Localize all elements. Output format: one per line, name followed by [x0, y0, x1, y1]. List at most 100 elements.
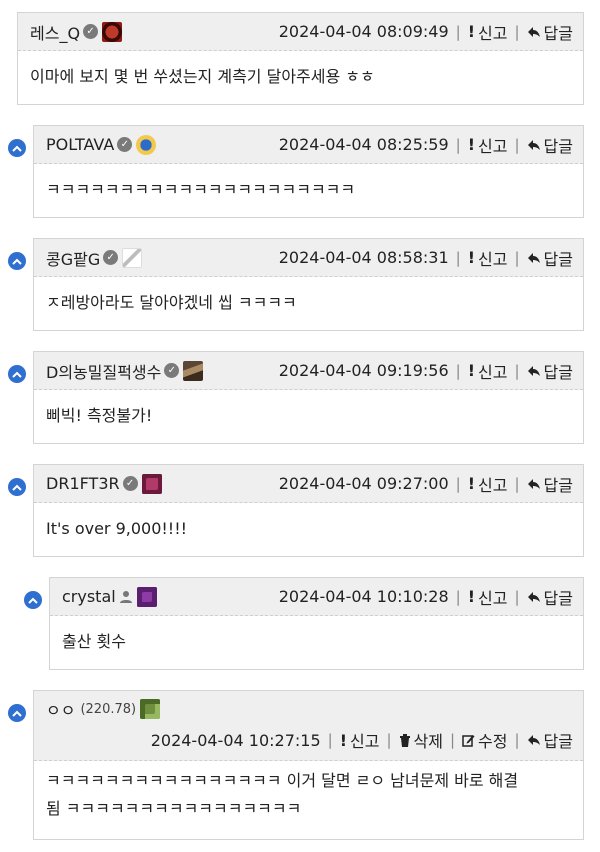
pixel-creeper-icon [136, 586, 157, 607]
divider: | [327, 731, 333, 749]
red-emblem-icon [102, 21, 123, 42]
comment-text: ㅋㅋㅋㅋㅋㅋㅋㅋㅋㅋㅋㅋㅋㅋㅋㅋ 이거 달면 ㄹㅇ 남녀문제 바로 해결 됨 ㅋ… [34, 761, 583, 823]
author[interactable]: POLTAVA ✓ [46, 134, 157, 155]
author-name[interactable]: 콩G팥G [46, 246, 100, 270]
author[interactable]: crystal [62, 586, 157, 607]
divider: | [449, 731, 456, 749]
reply-arrow-icon [527, 478, 540, 489]
reply-button[interactable]: 답글 [527, 472, 573, 496]
timestamp: 2024-04-04 09:27:00 [278, 474, 449, 493]
divider: | [514, 248, 520, 267]
comment-meta: 2024-04-04 10:10:28 | ! 신고 | 답글 [279, 585, 573, 609]
verified-check-icon: ✓ [83, 24, 99, 39]
trident-emblem-icon [136, 134, 157, 155]
edit-button[interactable]: 수정 [462, 728, 507, 752]
report-button[interactable]: ! 신고 [468, 359, 508, 383]
reply-label: 답글 [543, 475, 573, 495]
reply-toggle-icon[interactable] [24, 591, 42, 609]
comment-header: ㅇㅇ (220.78) 2024-04-04 10:27:15 | ! 신고 | … [34, 691, 583, 761]
report-button[interactable]: ! 신고 [468, 246, 508, 270]
author[interactable]: ㅇㅇ (220.78) [46, 691, 573, 727]
comment-header: DR1FT3R ✓ 2024-04-04 09:27:00 | ! 신고 | 답글 [34, 465, 583, 503]
sketch-figure-icon [122, 247, 143, 268]
comment-text-line: 삐빅! 측정불가! [46, 406, 153, 425]
delete-button[interactable]: 삭제 [399, 728, 443, 752]
timestamp: 2024-04-04 08:09:49 [278, 22, 449, 41]
comment-item: 콩G팥G ✓ 2024-04-04 08:58:31 | ! 신고 | 답글 ㅈ레… [33, 238, 584, 331]
report-label: 신고 [350, 732, 380, 751]
comment-item: 레스_Q ✓ 2024-04-04 08:09:49 | ! 신고 | 답글 이마… [17, 12, 584, 105]
reply-button[interactable]: 답글 [527, 20, 573, 44]
author-name[interactable]: 레스_Q [30, 20, 80, 44]
reply-arrow-icon [527, 365, 540, 376]
report-label: 신고 [478, 475, 508, 495]
comment-meta: 2024-04-04 08:09:49 | ! 신고 | 답글 [279, 20, 573, 44]
reply-toggle-icon[interactable] [8, 704, 26, 722]
comment-text: ㅈ레방아라도 달아야겠네 씹 ㅋㅋㅋㅋ [34, 277, 583, 317]
divider: | [514, 361, 520, 380]
reply-button[interactable]: 답글 [527, 585, 573, 609]
author[interactable]: D의농밀질퍽생수 ✓ [46, 359, 204, 383]
reply-toggle-icon[interactable] [8, 478, 26, 496]
exclamation-icon: ! [467, 361, 476, 380]
comment-text: ㅋㅋㅋㅋㅋㅋㅋㅋㅋㅋㅋㅋㅋㅋㅋㅋㅋㅋㅋㅋㅋ [34, 164, 583, 204]
reply-toggle-icon[interactable] [8, 252, 26, 270]
comment-meta: 2024-04-04 09:27:00 | ! 신고 | 답글 [279, 472, 573, 496]
reply-button[interactable]: 답글 [527, 133, 573, 157]
comment-header: 레스_Q ✓ 2024-04-04 08:09:49 | ! 신고 | 답글 [18, 13, 583, 51]
comment-item: POLTAVA ✓ 2024-04-04 08:25:59 | ! 신고 | 답글… [33, 125, 584, 218]
timestamp: 2024-04-04 09:19:56 [278, 361, 449, 380]
timestamp: 2024-04-04 10:10:28 [278, 587, 449, 606]
reply-arrow-icon [527, 735, 540, 745]
author[interactable]: 레스_Q ✓ [30, 20, 123, 44]
report-button[interactable]: ! 신고 [468, 472, 508, 496]
reply-arrow-icon [527, 139, 540, 150]
author-name[interactable]: ㅇㅇ [46, 697, 75, 721]
verified-check-icon: ✓ [103, 250, 119, 265]
exclamation-icon: ! [467, 22, 476, 41]
report-label: 신고 [478, 362, 508, 382]
reply-toggle-icon[interactable] [8, 139, 26, 157]
comment-header: D의농밀질퍽생수 ✓ 2024-04-04 09:19:56 | ! 신고 | 답… [34, 352, 583, 390]
author-name[interactable]: crystal [62, 587, 116, 606]
report-label: 신고 [478, 588, 508, 608]
reply-arrow-icon [527, 26, 540, 37]
timestamp: 2024-04-04 10:27:15 [150, 730, 321, 750]
divider: | [455, 474, 461, 493]
divider: | [455, 587, 461, 606]
report-label: 신고 [478, 136, 508, 156]
comment-header: crystal 2024-04-04 10:10:28 | ! 신고 | 답글 [50, 578, 583, 616]
reply-button[interactable]: 답글 [527, 246, 573, 270]
reply-label: 답글 [543, 23, 573, 43]
reply-button[interactable]: 답글 [527, 728, 573, 752]
brown-portrait-icon [183, 360, 204, 381]
report-button[interactable]: ! 신고 [468, 585, 508, 609]
verified-check-icon: ✓ [117, 137, 133, 152]
ip-points: (220.78) [80, 701, 137, 717]
author[interactable]: DR1FT3R ✓ [46, 473, 162, 494]
comment-text-line: ㅋㅋㅋㅋㅋㅋㅋㅋㅋㅋㅋㅋㅋㅋㅋㅋㅋㅋㅋㅋㅋ [46, 180, 356, 199]
author-name[interactable]: POLTAVA [46, 135, 114, 154]
reply-label: 답글 [543, 588, 573, 608]
comment-meta: 2024-04-04 08:58:31 | ! 신고 | 답글 [279, 246, 573, 270]
reply-button[interactable]: 답글 [527, 359, 573, 383]
reply-label: 답글 [543, 249, 573, 269]
author-name[interactable]: D의농밀질퍽생수 [46, 359, 161, 383]
reply-toggle-icon[interactable] [8, 365, 26, 383]
divider: | [455, 135, 461, 154]
comment-text-line: 출산 횟수 [62, 632, 126, 651]
report-button[interactable]: ! 신고 [340, 728, 380, 752]
comment-header: 콩G팥G ✓ 2024-04-04 08:58:31 | ! 신고 | 답글 [34, 239, 583, 277]
author-name[interactable]: DR1FT3R [46, 474, 120, 493]
comment-meta: 2024-04-04 08:25:59 | ! 신고 | 답글 [279, 133, 573, 157]
report-button[interactable]: ! 신고 [468, 133, 508, 157]
divider: | [514, 135, 520, 154]
comment-text-line: It's over 9,000!!!! [46, 519, 188, 538]
report-button[interactable]: ! 신고 [468, 20, 508, 44]
divider: | [455, 248, 461, 267]
divider: | [386, 731, 392, 749]
green-pixel-icon [140, 699, 161, 719]
reply-label: 답글 [543, 732, 573, 751]
exclamation-icon: ! [467, 587, 476, 606]
author[interactable]: 콩G팥G ✓ [46, 246, 143, 270]
